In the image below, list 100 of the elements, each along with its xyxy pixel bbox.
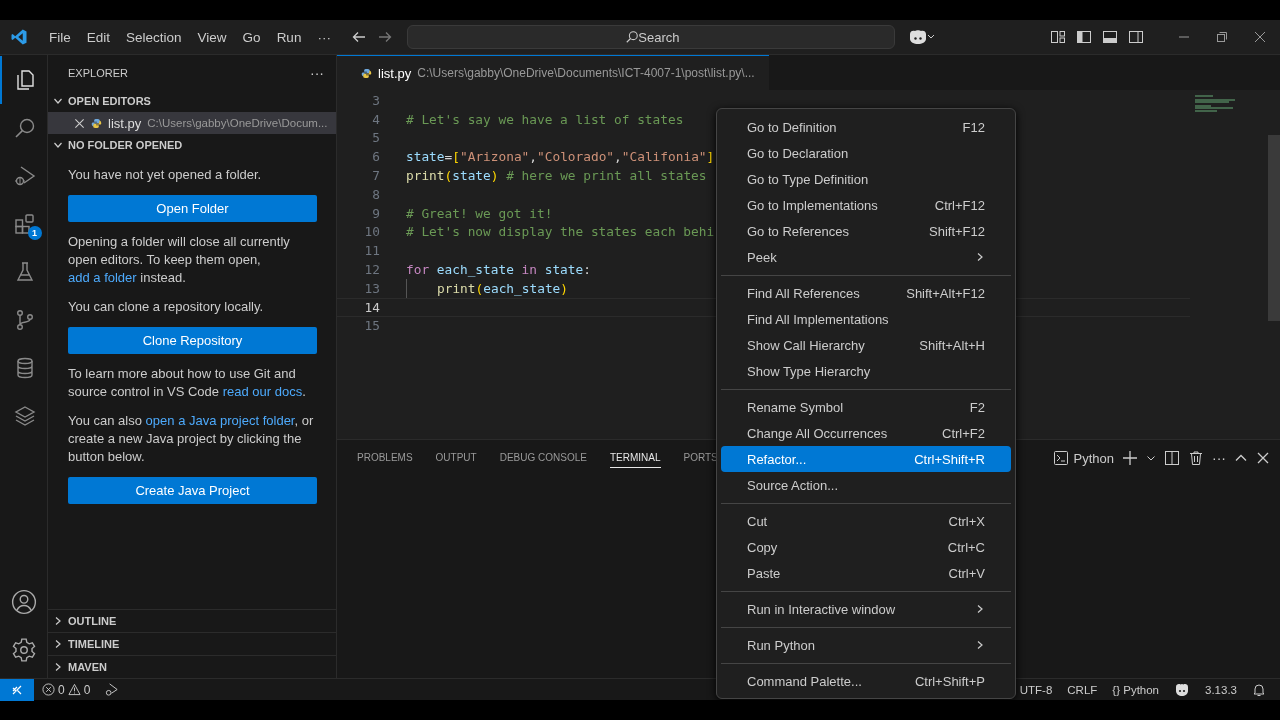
- shortcut: Shift+Alt+F12: [906, 285, 985, 301]
- scrollbar[interactable]: [1268, 135, 1280, 321]
- run-debug-icon[interactable]: [104, 682, 120, 697]
- restore-icon[interactable]: [1216, 31, 1228, 43]
- welcome-text: You can also open a Java project folder, or create a new Java project by clicking the button below.: [68, 412, 315, 466]
- secondary-sidebar-icon[interactable]: [1128, 29, 1144, 45]
- menu-item[interactable]: Change All Occurrences Ctrl+F2: [721, 420, 1011, 446]
- link[interactable]: open a Java project folder: [145, 413, 295, 428]
- menu-item[interactable]: Source Action...: [721, 472, 1011, 498]
- section-header[interactable]: OPEN EDITORS: [48, 90, 336, 112]
- menu-item[interactable]: Go to Type Definition: [721, 166, 1011, 192]
- more-actions-button[interactable]: ···: [1212, 450, 1226, 466]
- action-button[interactable]: Create Java Project: [68, 477, 317, 504]
- chevron-down-icon[interactable]: [1146, 453, 1156, 463]
- menu-item[interactable]: Find All References Shift+Alt+F12: [721, 280, 1011, 306]
- code-line: for each_state in state:: [406, 262, 591, 278]
- remote-icon[interactable]: [0, 678, 34, 701]
- menu-item[interactable]: Command Palette... Ctrl+Shift+P: [721, 668, 1011, 694]
- error-icon: [42, 683, 55, 696]
- back-arrow-icon[interactable]: [350, 29, 367, 45]
- extensions-icon: [12, 212, 37, 236]
- menu-item[interactable]: ···: [309, 29, 339, 45]
- status-item[interactable]: CRLF: [1067, 683, 1098, 696]
- search-icon: [624, 30, 639, 44]
- code-line: print(state) # here we print all states: [406, 168, 707, 184]
- code-line: state=["Arizona","Colorado","Califonia"]: [406, 149, 715, 165]
- menu-item[interactable]: Go: [234, 29, 269, 45]
- menu-item[interactable]: Rename Symbol F2: [721, 394, 1011, 420]
- code-line: # Let's now display the states each behi: [406, 224, 715, 240]
- chevron-icon: [53, 96, 63, 106]
- menu-item[interactable]: Show Call Hierarchy Shift+Alt+H: [721, 332, 1011, 358]
- split-icon[interactable]: [1164, 450, 1180, 466]
- menu-item[interactable]: Go to Implementations Ctrl+F12: [721, 192, 1011, 218]
- close-icon[interactable]: [1254, 31, 1266, 43]
- menu-item[interactable]: Refactor... Ctrl+Shift+R: [721, 446, 1011, 472]
- panel-tab[interactable]: PORTS: [683, 448, 718, 468]
- menu-item[interactable]: Cut Ctrl+X: [721, 508, 1011, 534]
- language-mode[interactable]: {} Python: [1112, 683, 1159, 696]
- menu-item[interactable]: Go to References Shift+F12: [721, 218, 1011, 244]
- menu-item[interactable]: Peek: [721, 244, 1011, 270]
- line-number: 12: [363, 262, 380, 278]
- line-number: 14: [363, 299, 380, 315]
- plus-icon[interactable]: [1122, 450, 1138, 466]
- account-icon[interactable]: [10, 589, 37, 615]
- menu-item[interactable]: Go to Definition F12: [721, 114, 1011, 140]
- menu-item[interactable]: Run: [268, 29, 310, 45]
- section-header[interactable]: NO FOLDER OPENED: [48, 134, 336, 156]
- status-item[interactable]: UTF-8: [1019, 683, 1053, 696]
- line-number: 4: [371, 111, 380, 127]
- layers-icon: [12, 404, 37, 428]
- menu-item[interactable]: Paste Ctrl+V: [721, 560, 1011, 586]
- forward-arrow-icon[interactable]: [376, 29, 393, 45]
- menu-item[interactable]: Edit: [78, 29, 119, 45]
- error-count[interactable]: 0: [58, 682, 65, 697]
- menu-item[interactable]: Go to Declaration: [721, 140, 1011, 166]
- activity-bar-item[interactable]: 1: [0, 200, 48, 248]
- action-button[interactable]: Clone Repository: [68, 327, 317, 354]
- menu-item[interactable]: Find All Implementations: [721, 306, 1011, 332]
- trash-icon[interactable]: [1188, 450, 1204, 466]
- line-number: 3: [371, 92, 380, 108]
- line-number: 10: [363, 224, 380, 240]
- bell-icon[interactable]: [1252, 682, 1266, 697]
- shortcut: F12: [962, 119, 985, 135]
- layout-icon[interactable]: [1050, 29, 1066, 45]
- close-icon[interactable]: [74, 117, 85, 129]
- menu-item[interactable]: Run in Interactive window: [721, 596, 1011, 622]
- menu-item[interactable]: Show Type Hierarchy: [721, 358, 1011, 384]
- action-button[interactable]: Open Folder: [68, 195, 317, 222]
- panel-tab[interactable]: PROBLEMS: [357, 448, 413, 468]
- copilot-icon[interactable]: [1174, 682, 1190, 697]
- settings-icon[interactable]: [10, 637, 37, 663]
- section-header[interactable]: TIMELINE: [48, 632, 336, 655]
- section-header[interactable]: OUTLINE: [48, 609, 336, 632]
- menu-item[interactable]: Run Python: [721, 632, 1011, 658]
- menu-item[interactable]: File: [41, 29, 79, 45]
- more-actions-button[interactable]: ···: [310, 64, 324, 81]
- status-item[interactable]: 3.13.3: [1205, 683, 1237, 696]
- notification-badge: 1: [27, 226, 42, 240]
- menu-item[interactable]: Copy Ctrl+C: [721, 534, 1011, 560]
- search-field[interactable]: Search: [406, 25, 895, 49]
- menu-item[interactable]: View: [189, 29, 235, 45]
- code-line: # Let's say we have a list of states: [406, 111, 684, 127]
- code-line: # Great! we got it!: [406, 205, 553, 221]
- tab-title: list.py: [378, 65, 412, 81]
- editor-tab[interactable]: list.py C:\Users\gabby\OneDrive\Documents\ICT-4007-1\post\list.py\...: [337, 55, 769, 90]
- link[interactable]: add a folder: [68, 270, 137, 285]
- open-editor-item[interactable]: list.py C:\Users\gabby\OneDrive\Docum...: [48, 112, 336, 134]
- welcome-text: Opening a folder will close all currently open editors. To keep them open, add a folder instead.: [68, 233, 291, 287]
- shortcut: Ctrl+Shift+R: [914, 451, 985, 467]
- warning-count[interactable]: 0: [83, 682, 91, 697]
- panel-tab[interactable]: TERMINAL: [609, 448, 661, 468]
- close-icon[interactable]: [1256, 451, 1270, 465]
- panel-tab[interactable]: OUTPUT: [435, 448, 477, 468]
- menu-item[interactable]: Selection: [118, 29, 190, 45]
- sidebar-toggle-icon[interactable]: [1076, 29, 1092, 45]
- panel-tab[interactable]: DEBUG CONSOLE: [499, 448, 587, 468]
- panel-toggle-icon[interactable]: [1102, 29, 1118, 45]
- terminal-profile[interactable]: Python: [1073, 450, 1114, 466]
- shortcut: Ctrl+F2: [942, 425, 985, 441]
- shortcut: Shift+F12: [929, 223, 985, 239]
